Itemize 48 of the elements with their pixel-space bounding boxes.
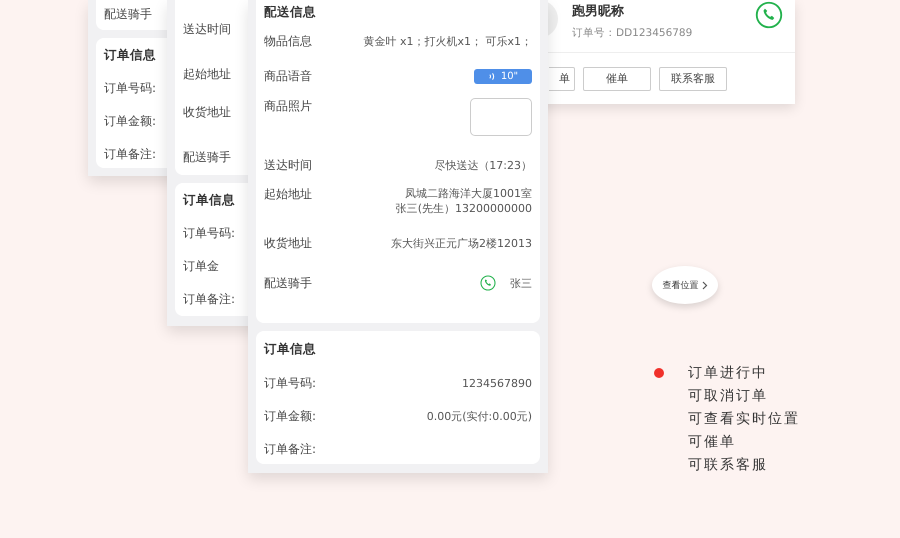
sound-icon xyxy=(488,72,497,80)
order-number: 订单号：DD123456789 xyxy=(572,26,694,40)
field-label: 送达时间 xyxy=(264,156,312,174)
field-label: 订单备注: xyxy=(104,146,156,163)
field-label: 配送骑手 xyxy=(104,6,152,22)
field-label: 起始地址 xyxy=(264,186,312,203)
section-title: 订单信息 xyxy=(264,340,316,358)
field-label: 订单号码: xyxy=(264,375,316,392)
field-label: 订单备注: xyxy=(264,441,316,458)
field-label: 订单号码: xyxy=(104,80,156,97)
phone-icon[interactable] xyxy=(480,275,496,291)
feature-item: 可取消订单 xyxy=(688,387,769,406)
field-label: 送达时间 xyxy=(183,20,231,38)
field-label: 起始地址 xyxy=(183,66,231,82)
feature-item: 可查看实时位置 xyxy=(688,410,800,429)
field-value: 0.00元(实付:0.00元) xyxy=(426,409,532,424)
feature-item: 可联系客服 xyxy=(688,456,769,475)
phone-icon[interactable] xyxy=(755,1,783,29)
field-label: 物品信息 xyxy=(264,32,312,50)
field-label: 收货地址 xyxy=(183,104,231,121)
field-label: 订单金 xyxy=(183,258,219,275)
view-location-button[interactable]: 查看位置 xyxy=(652,266,718,304)
feature-item: 可催单 xyxy=(688,433,737,452)
rider-name: 张三 xyxy=(510,276,532,290)
field-label: 配送骑手 xyxy=(183,149,231,166)
field-label: 商品照片 xyxy=(264,98,312,115)
address-value: 凤城二路海洋大厦1001室 张三(先生）13200000000 xyxy=(396,186,532,216)
section-title: 配送信息 xyxy=(264,4,316,20)
field-label: 订单号码: xyxy=(183,225,236,242)
feature-item: 订单进行中 xyxy=(688,364,769,383)
action-button[interactable]: 催单 xyxy=(583,66,651,90)
rider-name: 跑男昵称 xyxy=(572,3,625,20)
field-label: 订单金额: xyxy=(264,408,316,425)
field-label: 订单金额: xyxy=(104,113,156,130)
section-title: 订单信息 xyxy=(104,46,156,64)
section-title: 订单信息 xyxy=(183,192,235,208)
action-button[interactable]: 联系客服 xyxy=(659,66,727,90)
chevron-right-icon xyxy=(702,280,708,290)
field-label: 订单备注: xyxy=(183,291,236,308)
field-value: 1234567890 xyxy=(462,377,532,390)
field-label: 收货地址 xyxy=(264,234,312,252)
field-label: 商品语音 xyxy=(264,68,312,84)
field-value: 东大街兴正元广场2楼12013 xyxy=(391,236,532,250)
field-value: 黄金叶 x1；打火机x1； 可乐x1； xyxy=(363,34,532,48)
photo-placeholder[interactable] xyxy=(470,98,532,136)
field-value: 尽快送达（17:23） xyxy=(434,158,532,172)
field-label: 配送骑手 xyxy=(264,274,312,292)
action-button[interactable]: 单 xyxy=(549,66,575,90)
